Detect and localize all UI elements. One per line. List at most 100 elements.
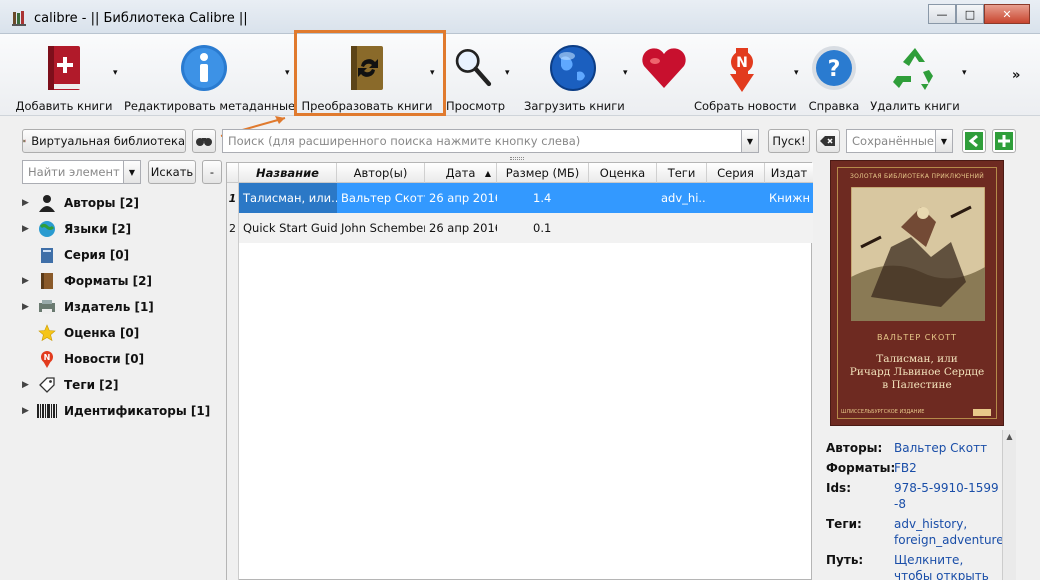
add-books-button[interactable]: Добавить книги — [14, 38, 114, 114]
tag-browser-collapse-button[interactable]: - — [202, 160, 222, 184]
splitter-handle[interactable] — [510, 157, 524, 160]
search-go-button[interactable]: Пуск! — [768, 129, 810, 153]
cell-rating[interactable] — [589, 183, 657, 213]
view-button[interactable]: Просмотр — [446, 38, 506, 114]
scroll-up-icon[interactable]: ▲ — [1003, 432, 1016, 441]
column-header-date[interactable]: Дата ▲ — [425, 163, 497, 183]
column-header-rating[interactable]: Оценка — [589, 163, 657, 183]
clear-search-button[interactable] — [816, 129, 840, 153]
tree-node-news[interactable]: N Новости [0] — [22, 346, 222, 372]
column-header-series[interactable]: Серия — [707, 163, 765, 183]
tree-node-publisher[interactable]: ▶ Издатель [1] — [22, 294, 222, 320]
search-history-dropdown[interactable]: ▼ — [741, 129, 759, 153]
expand-arrow-icon[interactable]: ▶ — [22, 224, 36, 234]
view-dropdown-arrow[interactable]: ▾ — [505, 68, 510, 78]
send-to-device-dropdown-arrow[interactable]: ▾ — [623, 68, 628, 78]
virtual-library-button[interactable]: Виртуальная библиотека — [22, 129, 186, 153]
tree-node-tags[interactable]: ▶ Теги [2] — [22, 372, 222, 398]
cover-illustration — [851, 187, 985, 321]
edit-metadata-button[interactable]: Редактировать метаданные — [124, 38, 295, 114]
column-header-size[interactable]: Размер (МБ) — [497, 163, 589, 183]
remove-books-button[interactable]: Удалить книги — [870, 38, 960, 114]
saved-searches-dropdown[interactable]: ▼ — [935, 129, 953, 153]
cell-series[interactable] — [707, 183, 765, 213]
save-search-button[interactable] — [992, 129, 1016, 153]
cell-publisher[interactable]: Книжн — [765, 183, 813, 213]
cell-rating[interactable] — [589, 213, 657, 243]
cell-tags[interactable] — [657, 213, 707, 243]
tree-node-series[interactable]: Серия [0] — [22, 242, 222, 268]
expand-arrow-icon[interactable]: ▶ — [22, 380, 36, 390]
news-icon: N — [36, 349, 58, 369]
cell-series[interactable] — [707, 213, 765, 243]
detail-path: Путь: Щелкните, чтобы открыть — [826, 552, 1016, 580]
cover-title-line-2: Ричард Львиное Сердце — [849, 366, 985, 378]
barcode-icon — [36, 401, 58, 421]
cover-series-text: ЗОЛОТАЯ БИБЛИОТЕКА ПРИКЛЮЧЕНИЙ — [849, 173, 985, 180]
tags-link[interactable]: adv_history, foreign_adventure — [894, 516, 1004, 548]
search-input[interactable]: Поиск (для расширенного поиска нажмите к… — [222, 129, 742, 153]
tag-browser-find-dropdown[interactable]: ▼ — [123, 160, 141, 184]
book-cover[interactable]: ЗОЛОТАЯ БИБЛИОТЕКА ПРИКЛЮЧЕНИЙ ВАЛЬТЕР С… — [830, 160, 1004, 426]
fetch-news-button[interactable]: N Собрать новости — [694, 38, 797, 114]
detail-key: Форматы: — [826, 461, 896, 475]
tag-browser-find-button[interactable]: Искать — [148, 160, 196, 184]
formats-link[interactable]: FB2 — [894, 460, 1002, 476]
cell-date[interactable]: 26 апр 2016 — [425, 213, 497, 243]
cell-title[interactable]: Талисман, или... — [239, 183, 337, 213]
maximize-button[interactable]: □ — [956, 4, 984, 24]
column-header-publisher[interactable]: Издат — [765, 163, 813, 183]
svg-text:N: N — [736, 55, 748, 71]
help-button[interactable]: ? Справка — [806, 38, 862, 114]
cell-date[interactable]: 26 апр 2016 — [425, 183, 497, 213]
cell-size[interactable]: 0.1 — [529, 213, 589, 243]
title-bar: calibre - || Библиотека Calibre || — □ ✕ — [0, 0, 1040, 34]
advanced-search-button[interactable] — [192, 129, 216, 153]
magnifier-icon — [455, 48, 492, 87]
cell-title[interactable]: Quick Start Guide — [239, 213, 337, 243]
saved-searches-input[interactable]: Сохранённые ... — [846, 129, 936, 153]
copy-search-button[interactable] — [962, 129, 986, 153]
expand-arrow-icon[interactable]: ▶ — [22, 198, 36, 208]
expand-arrow-icon[interactable]: ▶ — [22, 406, 36, 416]
send-to-device-button[interactable]: Загрузить книги — [524, 38, 625, 114]
tree-node-label: Серия [0] — [64, 248, 130, 262]
table-row[interactable]: 2 Quick Start Guide John Schember 26 апр… — [227, 213, 813, 243]
remove-books-dropdown-arrow[interactable]: ▾ — [962, 68, 967, 78]
sort-asc-icon: ▲ — [484, 168, 491, 178]
toolbar-overflow-button[interactable]: » — [1012, 68, 1020, 83]
view-label: Просмотр — [446, 99, 506, 113]
cell-publisher[interactable] — [765, 213, 813, 243]
tree-node-formats[interactable]: ▶ Форматы [2] — [22, 268, 222, 294]
cell-tags[interactable]: adv_hi... — [657, 183, 707, 213]
expand-arrow-icon[interactable]: ▶ — [22, 302, 36, 312]
column-header-title[interactable]: Название — [239, 163, 337, 183]
close-button[interactable]: ✕ — [984, 4, 1030, 24]
tag-browser-find-input[interactable]: Найти элемент ... — [22, 160, 124, 184]
heart-icon — [642, 48, 686, 88]
table-row[interactable]: 1 Талисман, или... Вальтер Скотт 26 апр … — [227, 183, 813, 213]
edit-metadata-dropdown-arrow[interactable]: ▾ — [285, 68, 290, 78]
authors-link[interactable]: Вальтер Скотт — [894, 440, 1002, 456]
cell-size[interactable]: 1.4 — [529, 183, 589, 213]
tree-node-rating[interactable]: Оценка [0] — [22, 320, 222, 346]
path-link[interactable]: Щелкните, чтобы открыть — [894, 552, 1002, 580]
details-scrollbar[interactable]: ▲ — [1002, 430, 1016, 580]
detail-formats: Форматы: FB2 — [826, 460, 1016, 476]
expand-arrow-icon[interactable]: ▶ — [22, 276, 36, 286]
tree-node-languages[interactable]: ▶ Языки [2] — [22, 216, 222, 242]
tree-node-authors[interactable]: ▶ Авторы [2] — [22, 190, 222, 216]
row-number-gutter — [227, 243, 239, 580]
tree-node-identifiers[interactable]: ▶ Идентификаторы [1] — [22, 398, 222, 424]
tree-node-label: Оценка [0] — [64, 326, 140, 340]
ids-link[interactable]: 978-5-9910-1599-8 — [894, 480, 1002, 512]
column-header-tags[interactable]: Теги — [657, 163, 707, 183]
add-books-dropdown-arrow[interactable]: ▾ — [113, 68, 118, 78]
column-header-authors[interactable]: Автор(ы) — [337, 163, 425, 183]
cell-authors[interactable]: John Schember — [337, 213, 425, 243]
minimize-button[interactable]: — — [928, 4, 956, 24]
cell-authors[interactable]: Вальтер Скотт — [337, 183, 425, 213]
donate-heart-button[interactable] — [636, 38, 692, 114]
series-icon — [36, 245, 58, 265]
fetch-news-dropdown-arrow[interactable]: ▾ — [794, 68, 799, 78]
